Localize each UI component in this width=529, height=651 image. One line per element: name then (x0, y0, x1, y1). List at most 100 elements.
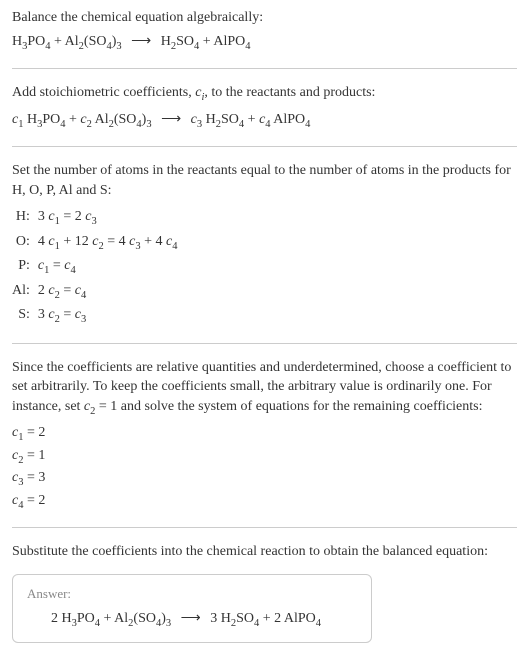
divider (12, 146, 517, 147)
formula-part: Al (65, 34, 79, 49)
stoich-text: Add stoichiometric coefficients, ci, to … (12, 83, 517, 105)
plus: + (100, 611, 114, 626)
coeff-block: c1 = 2 c2 = 1 c3 = 3 c4 = 2 (12, 423, 517, 513)
coeff-line: c4 = 2 (12, 491, 517, 513)
op: = (49, 258, 64, 273)
plus: + (66, 112, 81, 127)
formula-sub: 4 (305, 118, 310, 129)
formula-sub: 4 (245, 40, 250, 51)
divider (12, 527, 517, 528)
formula-part: H (202, 112, 216, 127)
num: 3 (38, 307, 49, 322)
formula-part: (SO (133, 611, 156, 626)
table-row: O: 4 c1 + 12 c2 = 4 c3 + 4 c4 (12, 231, 183, 255)
formula-part: H (12, 34, 22, 49)
op: + 12 (60, 234, 92, 249)
formula-part: SO (221, 112, 239, 127)
element-label: S: (12, 304, 38, 328)
op: = 4 (104, 234, 129, 249)
formula-part: H (23, 112, 37, 127)
coeff-val: = 3 (23, 470, 45, 485)
coeff-line: c3 = 3 (12, 468, 517, 490)
formula-part: Al (114, 611, 128, 626)
formula-sub: 3 (146, 118, 151, 129)
text-part: , to the reactants and products: (204, 85, 375, 100)
text-part: Add stoichiometric coefficients, (12, 85, 195, 100)
num: 2 (274, 611, 284, 626)
intro-text: Balance the chemical equation algebraica… (12, 8, 517, 28)
coeff-sub: 3 (81, 314, 86, 325)
formula-part: H (62, 611, 72, 626)
num: 3 (38, 209, 49, 224)
op: = 2 (60, 209, 85, 224)
answer-box: Answer: 2 H3PO4 + Al2(SO4)3 ⟶ 3 H2SO4 + … (12, 574, 372, 643)
formula-part: (SO (84, 34, 107, 49)
atoms-text: Set the number of atoms in the reactants… (12, 161, 517, 200)
element-label: H: (12, 206, 38, 230)
table-row: P: c1 = c4 (12, 255, 183, 279)
op: = (60, 283, 75, 298)
subst-section: Substitute the coefficients into the che… (12, 542, 517, 562)
formula-part: PO (27, 34, 45, 49)
formula-part: PO (42, 112, 60, 127)
atoms-section: Set the number of atoms in the reactants… (12, 161, 517, 329)
formula-sub: 4 (316, 618, 321, 629)
coeff-val: = 2 (23, 425, 45, 440)
intro-equation: H3PO4 + Al2(SO4)3 ⟶ H2SO4 + AlPO4 (12, 32, 517, 54)
formula-part: SO (236, 611, 254, 626)
divider (12, 343, 517, 344)
arrow-icon: ⟶ (181, 609, 201, 629)
coeff-line: c2 = 1 (12, 446, 517, 468)
coeff-val: = 2 (23, 493, 45, 508)
formula-part: AlPO (284, 611, 316, 626)
num: 2 (38, 283, 49, 298)
subst-text: Substitute the coefficients into the che… (12, 542, 517, 562)
num: 2 (51, 611, 62, 626)
formula-part: AlPO (213, 34, 245, 49)
arrow-icon: ⟶ (131, 32, 151, 52)
choose-section: Since the coefficients are relative quan… (12, 358, 517, 514)
table-row: S: 3 c2 = c3 (12, 304, 183, 328)
plus: + (244, 112, 259, 127)
num: 3 (210, 611, 221, 626)
equation-cell: 3 c1 = 2 c3 (38, 206, 184, 230)
answer-equation: 2 H3PO4 + Al2(SO4)3 ⟶ 3 H2SO4 + 2 AlPO4 (27, 609, 357, 631)
formula-part: H (221, 611, 231, 626)
stoich-equation: c1 H3PO4 + c2 Al2(SO4)3 ⟶ c3 H2SO4 + c4 … (12, 110, 517, 132)
formula-part: (SO (114, 112, 137, 127)
element-label: Al: (12, 280, 38, 304)
formula-part: PO (77, 611, 95, 626)
plus: + (51, 34, 65, 49)
intro-section: Balance the chemical equation algebraica… (12, 8, 517, 54)
element-label: P: (12, 255, 38, 279)
arrow-icon: ⟶ (161, 110, 181, 130)
text-part: = 1 and solve the system of equations fo… (95, 399, 482, 414)
formula-sub: 3 (116, 40, 121, 51)
coeff-sub: 3 (91, 216, 96, 227)
choose-text: Since the coefficients are relative quan… (12, 358, 517, 420)
equation-cell: c1 = c4 (38, 255, 184, 279)
coeff-line: c1 = 2 (12, 423, 517, 445)
table-row: Al: 2 c2 = c4 (12, 280, 183, 304)
coeff-sub: 4 (172, 241, 177, 252)
element-label: O: (12, 231, 38, 255)
equation-cell: 3 c2 = c3 (38, 304, 184, 328)
formula-part: SO (176, 34, 194, 49)
coeff-sub: 4 (70, 265, 75, 276)
divider (12, 68, 517, 69)
coeff-sub: 4 (81, 289, 86, 300)
op: + 4 (141, 234, 166, 249)
answer-label: Answer: (27, 585, 357, 603)
plus: + (259, 611, 274, 626)
plus: + (199, 34, 213, 49)
table-row: H: 3 c1 = 2 c3 (12, 206, 183, 230)
stoich-section: Add stoichiometric coefficients, ci, to … (12, 83, 517, 132)
op: = (60, 307, 75, 322)
equation-cell: 4 c1 + 12 c2 = 4 c3 + 4 c4 (38, 231, 184, 255)
formula-part: AlPO (271, 112, 306, 127)
formula-part: H (161, 34, 171, 49)
formula-sub: 3 (166, 618, 171, 629)
formula-part: Al (92, 112, 109, 127)
coeff-val: = 1 (23, 448, 45, 463)
atoms-table: H: 3 c1 = 2 c3 O: 4 c1 + 12 c2 = 4 c3 + … (12, 206, 183, 328)
